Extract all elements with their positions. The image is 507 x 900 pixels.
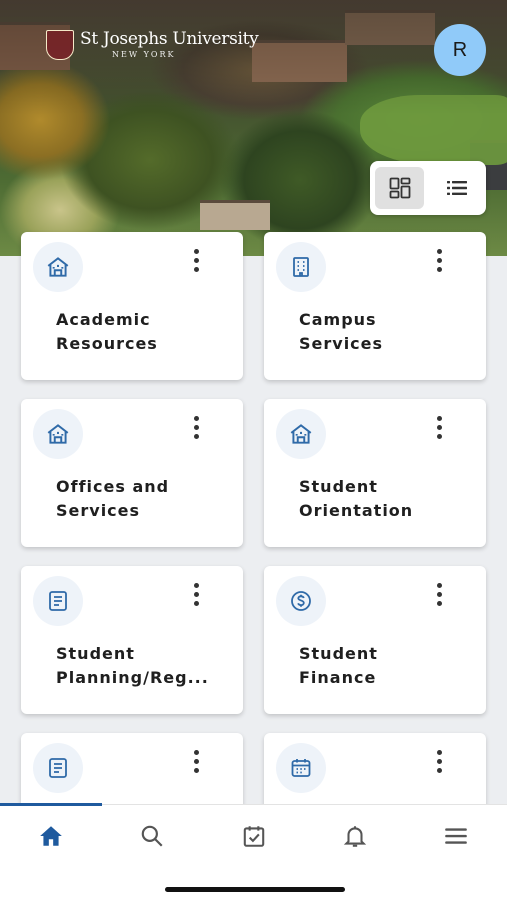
logo-name: St Josephs University bbox=[80, 29, 259, 49]
card-title: Student Finance bbox=[299, 644, 378, 687]
search-icon bbox=[141, 825, 163, 847]
more-options-button[interactable] bbox=[426, 242, 452, 278]
more-options-button[interactable] bbox=[426, 576, 452, 612]
nav-calendar[interactable] bbox=[224, 819, 284, 853]
university-logo: St Josephs University NEW YORK bbox=[46, 29, 259, 60]
office-building-icon bbox=[293, 257, 309, 277]
building-icon bbox=[47, 257, 69, 277]
grid-view-icon bbox=[389, 177, 410, 199]
card-student-planning[interactable]: Student Planning/Reg... bbox=[21, 566, 243, 714]
menu-icon bbox=[445, 828, 467, 844]
more-options-button[interactable] bbox=[183, 409, 209, 445]
book-icon bbox=[49, 591, 67, 611]
card-title: Offices and Services bbox=[56, 477, 170, 520]
nav-home[interactable] bbox=[21, 819, 81, 853]
more-options-button[interactable] bbox=[183, 576, 209, 612]
logo-subtitle: NEW YORK bbox=[112, 50, 176, 59]
card-icon-badge bbox=[33, 409, 83, 459]
card-icon-badge bbox=[276, 576, 326, 626]
more-options-button[interactable] bbox=[426, 409, 452, 445]
bell-icon bbox=[343, 826, 367, 847]
card-icon-badge bbox=[276, 409, 326, 459]
card-academic-resources[interactable]: Academic Resources bbox=[21, 232, 243, 380]
bottom-navigation bbox=[0, 803, 507, 900]
calendar-icon bbox=[291, 759, 311, 777]
building-icon bbox=[290, 424, 312, 444]
user-avatar[interactable]: R bbox=[434, 24, 486, 76]
card-icon-badge bbox=[276, 242, 326, 292]
building-icon bbox=[47, 424, 69, 444]
more-options-button[interactable] bbox=[426, 743, 452, 779]
list-view-icon bbox=[446, 181, 467, 195]
card-student-orientation[interactable]: Student Orientation bbox=[264, 399, 486, 547]
more-options-button[interactable] bbox=[183, 743, 209, 779]
card-title: Student Orientation bbox=[299, 477, 414, 520]
card-offices-and-services[interactable]: Offices and Services bbox=[21, 399, 243, 547]
nav-menu[interactable] bbox=[426, 819, 486, 853]
card-title: Campus Services bbox=[299, 310, 384, 353]
more-options-button[interactable] bbox=[183, 242, 209, 278]
card-campus-services[interactable]: Campus Services bbox=[264, 232, 486, 380]
book-icon bbox=[49, 758, 67, 778]
nav-notifications[interactable] bbox=[325, 819, 385, 853]
active-tab-indicator bbox=[0, 803, 102, 806]
card-icon-badge bbox=[33, 576, 83, 626]
home-indicator-bar[interactable] bbox=[165, 887, 345, 892]
card-student-finance[interactable]: Student Finance bbox=[264, 566, 486, 714]
card-icon-badge bbox=[33, 743, 83, 793]
calendar-check-icon bbox=[243, 826, 265, 847]
home-icon bbox=[40, 826, 62, 846]
view-toggle bbox=[370, 161, 486, 215]
card-title: Academic Resources bbox=[56, 310, 158, 353]
card-title: Student Planning/Reg... bbox=[56, 644, 209, 687]
list-view-button[interactable] bbox=[432, 167, 481, 209]
card-icon-badge bbox=[276, 743, 326, 793]
nav-search[interactable] bbox=[122, 819, 182, 853]
crest-icon bbox=[46, 30, 74, 60]
card-icon-badge bbox=[33, 242, 83, 292]
grid-view-button[interactable] bbox=[375, 167, 424, 209]
dollar-coin-icon bbox=[291, 591, 311, 611]
